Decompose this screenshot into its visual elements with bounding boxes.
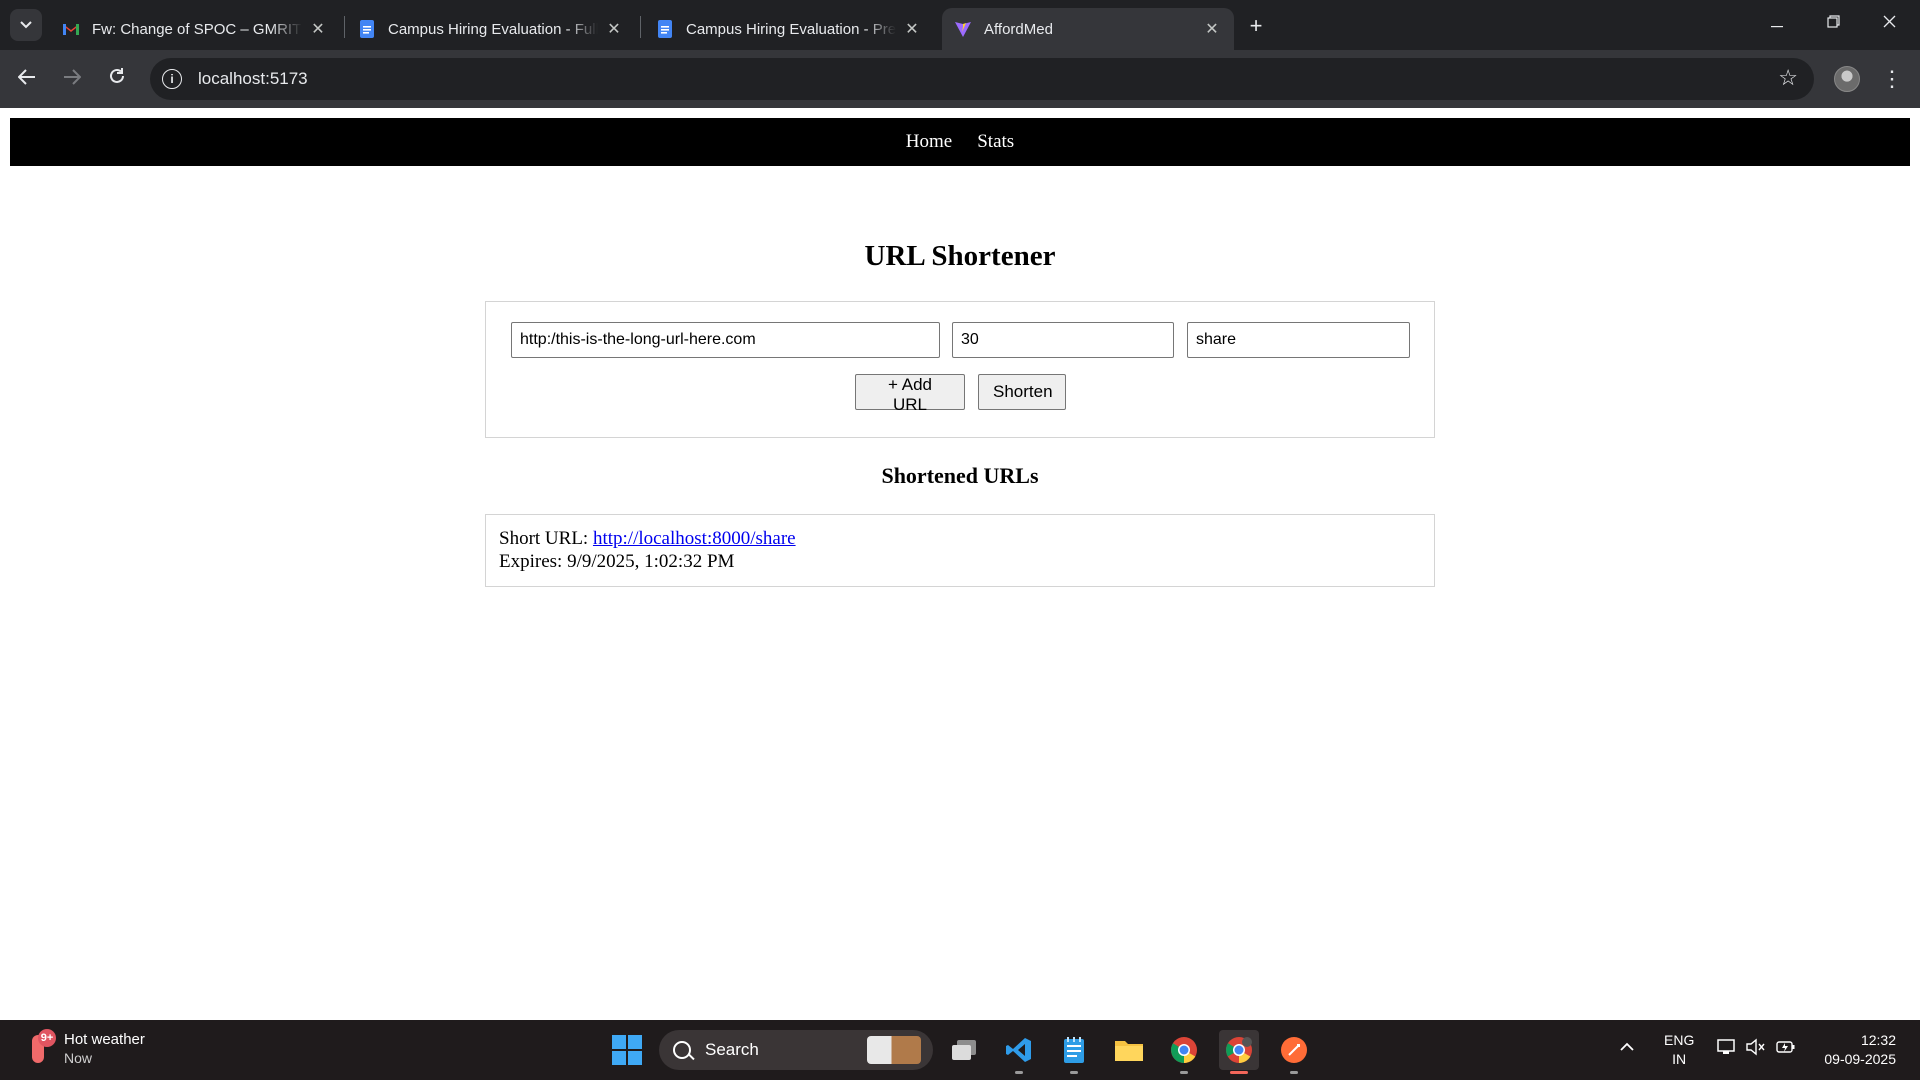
plus-icon: + — [1249, 13, 1263, 38]
notification-badge: 9+ — [38, 1029, 56, 1047]
close-icon[interactable]: ✕ — [1202, 19, 1222, 39]
browser-tabstrip: Fw: Change of SPOC – GMRIT R ✕ Campus Hi… — [0, 0, 1920, 50]
arrow-right-icon — [63, 68, 82, 91]
vite-icon — [954, 20, 972, 38]
close-icon[interactable]: ✕ — [604, 19, 624, 39]
windows-taskbar: 9+ Hot weather Now Search ENG IN 12:32 0… — [0, 1020, 1920, 1080]
battery-icon[interactable] — [1776, 1038, 1796, 1061]
top-navbar: Home Stats — [10, 118, 1910, 166]
add-url-button[interactable]: + Add URL — [855, 374, 965, 414]
search-icon — [673, 1041, 691, 1059]
weather-subtitle: Now — [64, 1049, 93, 1066]
forward-button[interactable] — [55, 62, 89, 96]
shortcode-input[interactable] — [1187, 322, 1410, 358]
close-window-button[interactable] — [1866, 8, 1912, 40]
task-view-icon[interactable] — [944, 1030, 984, 1070]
minimize-icon — [1771, 15, 1783, 33]
system-clock[interactable]: 12:32 09-09-2025 — [1824, 1031, 1896, 1069]
close-icon[interactable]: ✕ — [902, 19, 922, 39]
reload-icon — [108, 67, 126, 91]
postman-icon[interactable] — [1274, 1030, 1314, 1074]
browser-toolbar: i localhost:5173 ☆ ⋮ — [0, 50, 1920, 108]
notepad-icon[interactable] — [1054, 1030, 1094, 1074]
back-button[interactable] — [10, 62, 44, 96]
reload-button[interactable] — [100, 62, 134, 96]
chevron-down-icon — [20, 16, 32, 34]
clock-time: 12:32 — [1860, 1032, 1896, 1048]
language-indicator[interactable]: ENG IN — [1664, 1031, 1694, 1069]
google-docs-icon — [656, 20, 674, 38]
browser-tab-affordmed[interactable]: AffordMed ✕ — [942, 8, 1234, 50]
clock-date: 09-09-2025 — [1824, 1051, 1896, 1067]
nav-link-home[interactable]: Home — [906, 131, 952, 153]
new-tab-button[interactable]: + — [1242, 12, 1270, 40]
info-icon[interactable]: i — [162, 69, 182, 89]
short-url-label: Short URL: — [499, 528, 589, 549]
more-menu-icon[interactable]: ⋮ — [1880, 62, 1904, 96]
chrome-icon[interactable] — [1164, 1030, 1204, 1074]
chevron-up-icon[interactable] — [1620, 1038, 1634, 1056]
validity-input[interactable] — [952, 322, 1174, 358]
volume-muted-icon[interactable] — [1746, 1038, 1766, 1061]
star-icon[interactable]: ☆ — [1778, 67, 1798, 89]
long-url-input[interactable] — [511, 322, 940, 358]
windows-start-icon[interactable] — [612, 1035, 642, 1065]
expires-row: Expires: 9/9/2025, 1:02:32 PM — [499, 550, 1421, 573]
close-icon — [1883, 15, 1896, 33]
tab-separator — [640, 16, 641, 38]
restore-icon — [1826, 15, 1840, 33]
address-text[interactable]: localhost:5173 — [198, 69, 308, 89]
tab-title: Campus Hiring Evaluation - Full — [388, 20, 598, 38]
google-docs-icon — [358, 20, 376, 38]
expires-value: 9/9/2025, 1:02:32 PM — [567, 551, 735, 572]
gmail-icon — [62, 20, 80, 38]
restore-button[interactable] — [1810, 8, 1856, 40]
tab-title: Fw: Change of SPOC – GMRIT R — [92, 20, 302, 38]
weather-title: Hot weather — [64, 1030, 145, 1048]
close-icon[interactable]: ✕ — [308, 19, 328, 39]
expires-label: Expires: — [499, 551, 563, 572]
weather-widget[interactable]: 9+ Hot weather Now — [24, 1029, 145, 1067]
region-label: IN — [1672, 1051, 1687, 1067]
shorten-button[interactable]: Shorten — [978, 374, 1066, 410]
results-heading: Shortened URLs — [881, 463, 1039, 488]
language-label: ENG — [1664, 1032, 1695, 1048]
shorten-form-card: + Add URL Shorten — [485, 301, 1435, 438]
tab-separator — [344, 16, 345, 38]
short-url-row: Short URL: http://localhost:8000/share — [499, 527, 1421, 550]
page-viewport: Home Stats URL Shortener + Add URL Short… — [0, 108, 1920, 1020]
thermometer-icon: 9+ — [24, 1029, 56, 1067]
vscode-icon[interactable] — [999, 1030, 1039, 1074]
nav-link-stats[interactable]: Stats — [977, 131, 1014, 153]
network-icon[interactable] — [1717, 1038, 1737, 1061]
avatar[interactable] — [1834, 66, 1860, 92]
taskbar-search[interactable]: Search — [659, 1030, 933, 1070]
minimize-button[interactable] — [1754, 8, 1800, 40]
arrow-left-icon — [17, 68, 36, 91]
address-bar[interactable]: i localhost:5173 ☆ — [150, 58, 1814, 100]
chrome-profile-icon[interactable] — [1219, 1030, 1259, 1074]
file-explorer-icon[interactable] — [1109, 1030, 1149, 1070]
search-highlight-image — [867, 1036, 921, 1064]
tab-title: AffordMed — [984, 20, 1053, 38]
tab-search-button[interactable] — [10, 9, 42, 41]
tab-title: Campus Hiring Evaluation - Pre — [686, 20, 896, 38]
browser-tab-gmail[interactable]: Fw: Change of SPOC – GMRIT R ✕ — [50, 8, 340, 50]
short-url-link[interactable]: http://localhost:8000/share — [593, 528, 796, 549]
taskbar-search-label: Search — [705, 1040, 759, 1059]
browser-tab-docs-pre[interactable]: Campus Hiring Evaluation - Pre ✕ — [644, 8, 934, 50]
page-title: URL Shortener — [864, 240, 1056, 272]
result-item: Short URL: http://localhost:8000/share E… — [485, 514, 1435, 587]
browser-tab-docs-full[interactable]: Campus Hiring Evaluation - Full ✕ — [346, 8, 636, 50]
